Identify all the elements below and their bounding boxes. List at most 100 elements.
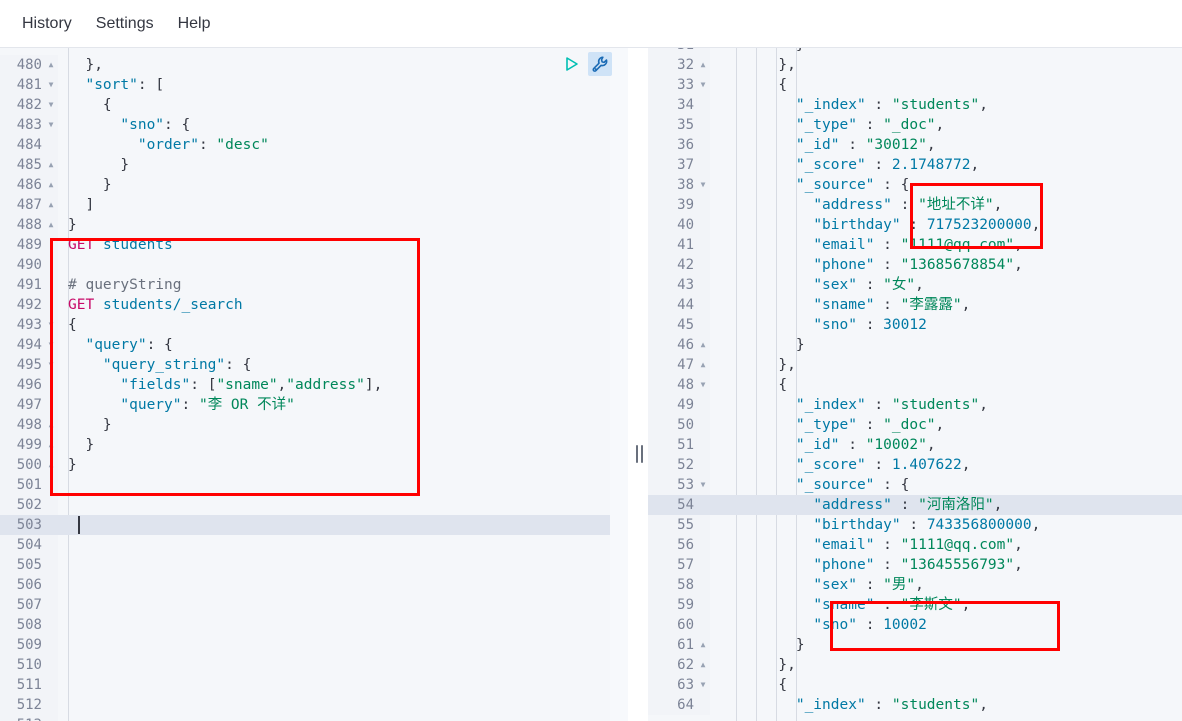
code-line[interactable]: 35 "_type" : "_doc", — [648, 115, 1182, 135]
code-line[interactable]: 491 # queryString — [0, 275, 610, 295]
code-line[interactable]: 62 ▲ }, — [648, 655, 1182, 675]
code-line[interactable]: 507 — [0, 595, 610, 615]
fold-toggle-icon[interactable]: ▼ — [46, 355, 56, 375]
code-line[interactable]: 505 — [0, 555, 610, 575]
fold-toggle-icon[interactable]: ▲ — [46, 55, 56, 75]
response-editor-pane[interactable]: 31 }32▲ },33▼ {34 "_index" : "students",… — [648, 48, 1182, 721]
code-line[interactable]: 42 "phone" : "13685678854", — [648, 255, 1182, 275]
code-line[interactable]: 33 ▼ { — [648, 75, 1182, 95]
fold-toggle-icon[interactable]: ▲ — [46, 435, 56, 455]
code-line[interactable]: 44 "sname" : "李露露", — [648, 295, 1182, 315]
fold-toggle-icon[interactable]: ▼ — [46, 115, 56, 135]
fold-toggle-icon[interactable]: ▲ — [698, 635, 708, 655]
fold-toggle-icon[interactable]: ▲ — [46, 155, 56, 175]
code-line[interactable]: 59 "sname" : "李斯文", — [648, 595, 1182, 615]
code-line[interactable]: 51 "_id" : "10002", — [648, 435, 1182, 455]
code-line[interactable]: 512 — [0, 695, 610, 715]
code-line[interactable]: 504 — [0, 535, 610, 555]
code-line[interactable]: 52 "_score" : 1.407622, — [648, 455, 1182, 475]
fold-toggle-icon[interactable]: ▼ — [46, 95, 56, 115]
code-line[interactable]: 495 ▼ "query_string": { — [0, 355, 610, 375]
fold-toggle-icon[interactable]: ▲ — [698, 655, 708, 675]
wrench-icon[interactable] — [588, 52, 612, 76]
code-line[interactable]: 483 ▼ "sno": { — [0, 115, 610, 135]
code-line[interactable]: 43 "sex" : "女", — [648, 275, 1182, 295]
fold-toggle-icon[interactable]: ▼ — [46, 335, 56, 355]
code-line[interactable]: 481 ▼ "sort": [ — [0, 75, 610, 95]
code-line[interactable]: 46 ▲ } — [648, 335, 1182, 355]
fold-toggle-icon[interactable]: ▼ — [46, 315, 56, 335]
code-line[interactable]: 61 ▲ } — [648, 635, 1182, 655]
code-line[interactable]: 41 "email" : "1111@qq.com", — [648, 235, 1182, 255]
code-line[interactable]: 486 ▲ } — [0, 175, 610, 195]
play-icon[interactable] — [560, 52, 584, 76]
code-line[interactable]: 57 "phone" : "13645556793", — [648, 555, 1182, 575]
menu-item-history[interactable]: History — [10, 9, 84, 39]
fold-toggle-icon[interactable]: ▲ — [698, 55, 708, 75]
code-line[interactable]: 500 ▲} — [0, 455, 610, 475]
code-line[interactable]: 49 "_index" : "students", — [648, 395, 1182, 415]
code-line[interactable]: 32 ▲ }, — [648, 55, 1182, 75]
fold-toggle-icon[interactable]: ▼ — [698, 475, 708, 495]
code-line[interactable]: 54 "address" : "河南洛阳", — [648, 495, 1182, 515]
code-line[interactable]: 509 — [0, 635, 610, 655]
code-line[interactable]: 484 "order": "desc" — [0, 135, 610, 155]
code-line[interactable]: 499 ▲ } — [0, 435, 610, 455]
code-line[interactable]: 510 — [0, 655, 610, 675]
code-line[interactable]: 503 — [0, 515, 610, 535]
code-line[interactable]: 45 "sno" : 30012 — [648, 315, 1182, 335]
code-line[interactable]: 34 "_index" : "students", — [648, 95, 1182, 115]
menu-item-settings[interactable]: Settings — [84, 9, 166, 39]
fold-toggle-icon[interactable]: ▼ — [698, 175, 708, 195]
code-line[interactable]: 488 ▲} — [0, 215, 610, 235]
code-line[interactable]: 53 ▼ "_source" : { — [648, 475, 1182, 495]
fold-toggle-icon[interactable]: ▲ — [698, 355, 708, 375]
code-line[interactable]: 508 — [0, 615, 610, 635]
fold-toggle-icon[interactable]: ▲ — [698, 335, 708, 355]
pane-resize-handle[interactable] — [633, 444, 645, 464]
code-line[interactable]: 48 ▼ { — [648, 375, 1182, 395]
fold-toggle-icon[interactable]: ▼ — [698, 75, 708, 95]
code-line[interactable]: 55 "birthday" : 743356800000, — [648, 515, 1182, 535]
code-line[interactable]: 60 "sno" : 10002 — [648, 615, 1182, 635]
code-line[interactable]: 482 ▼ { — [0, 95, 610, 115]
code-line[interactable]: 506 — [0, 575, 610, 595]
code-line[interactable]: 493 ▼{ — [0, 315, 610, 335]
fold-toggle-icon[interactable]: ▲ — [46, 215, 56, 235]
left-scrollbar-track[interactable] — [610, 48, 628, 721]
code-line[interactable]: 56 "email" : "1111@qq.com", — [648, 535, 1182, 555]
code-line[interactable]: 489 GET students — [0, 235, 610, 255]
fold-toggle-icon[interactable]: ▲ — [46, 415, 56, 435]
code-line[interactable]: 511 — [0, 675, 610, 695]
code-line[interactable]: 502 — [0, 495, 610, 515]
code-line[interactable]: 63 ▼ { — [648, 675, 1182, 695]
code-line[interactable]: 497 "query": "李 OR 不详" — [0, 395, 610, 415]
code-line[interactable]: 494 ▼ "query": { — [0, 335, 610, 355]
code-line[interactable]: 487 ▲ ] — [0, 195, 610, 215]
code-line[interactable]: 485 ▲ } — [0, 155, 610, 175]
code-line[interactable]: 496 "fields": ["sname","address"], — [0, 375, 610, 395]
code-line[interactable]: 38 ▼ "_source" : { — [648, 175, 1182, 195]
request-editor-pane[interactable]: 480 ▲ }, 481 ▼ "sort": [482 ▼ {483 ▼ "sno": {… — [0, 48, 610, 721]
code-line[interactable]: 498 ▲ } — [0, 415, 610, 435]
code-line[interactable]: 64 "_index" : "students", — [648, 695, 1182, 715]
fold-toggle-icon[interactable]: ▲ — [46, 175, 56, 195]
code-line[interactable]: 31 } — [648, 48, 1182, 55]
code-line[interactable]: 513 — [0, 715, 610, 721]
fold-toggle-icon[interactable]: ▼ — [698, 375, 708, 395]
fold-toggle-icon[interactable]: ▲ — [46, 195, 56, 215]
code-line[interactable]: 40 "birthday" : 717523200000, — [648, 215, 1182, 235]
code-line[interactable]: 492 GET students/_search — [0, 295, 610, 315]
code-line[interactable]: 490 — [0, 255, 610, 275]
code-line[interactable]: 480 ▲ }, — [0, 55, 610, 75]
code-line[interactable]: 50 "_type" : "_doc", — [648, 415, 1182, 435]
code-line[interactable]: 47 ▲ }, — [648, 355, 1182, 375]
fold-toggle-icon[interactable]: ▼ — [698, 675, 708, 695]
code-line[interactable]: 58 "sex" : "男", — [648, 575, 1182, 595]
fold-toggle-icon[interactable]: ▲ — [46, 455, 56, 475]
fold-toggle-icon[interactable]: ▼ — [46, 75, 56, 95]
menu-item-help[interactable]: Help — [166, 9, 223, 39]
code-line[interactable]: 36 "_id" : "30012", — [648, 135, 1182, 155]
code-line[interactable]: 39 "address" : "地址不详", — [648, 195, 1182, 215]
code-line[interactable]: 37 "_score" : 2.1748772, — [648, 155, 1182, 175]
